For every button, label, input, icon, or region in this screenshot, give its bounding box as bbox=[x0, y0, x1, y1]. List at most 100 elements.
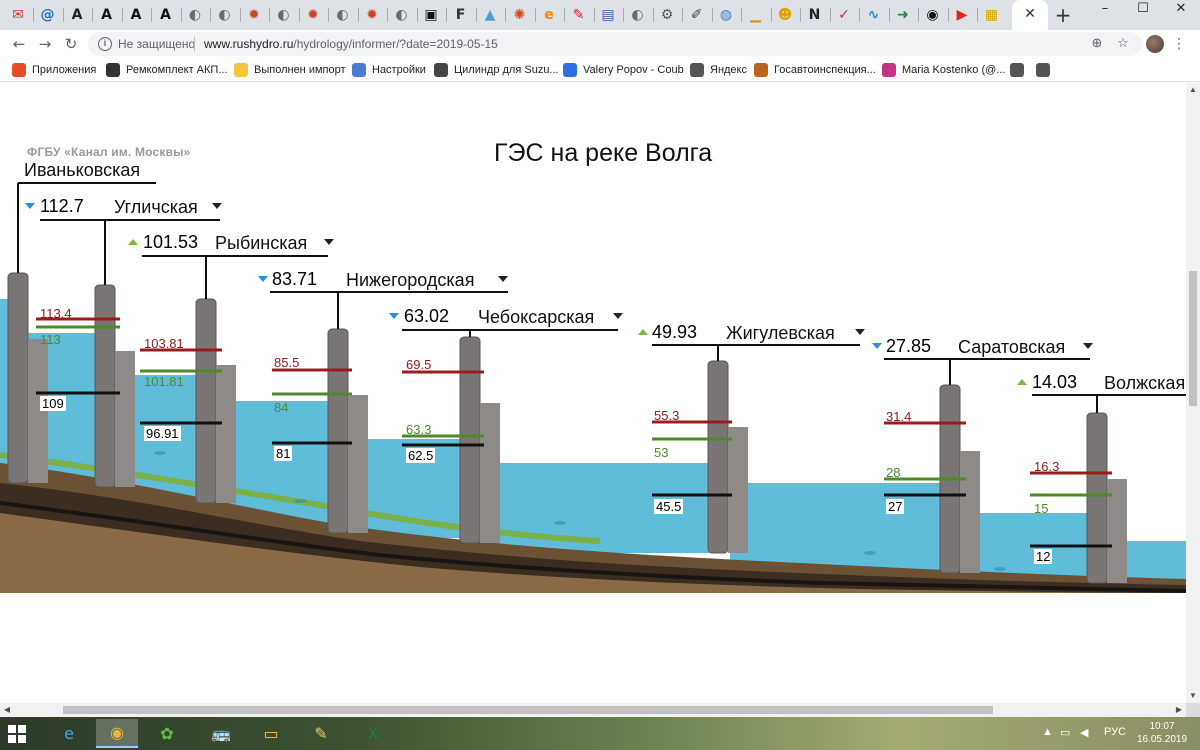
vertical-scrollbar[interactable]: ▲ ▼ bbox=[1186, 83, 1200, 703]
station-name[interactable]: Саратовская bbox=[958, 337, 1065, 358]
bookmark-item[interactable] bbox=[1010, 62, 1030, 78]
bookmark-item[interactable]: Maria Kostenko (@... bbox=[882, 62, 1005, 78]
bookmark-star-icon[interactable]: ☆ bbox=[1114, 35, 1132, 53]
scroll-right-arrow-icon[interactable]: ▶ bbox=[1172, 703, 1186, 717]
taskbar-ie-icon[interactable]: e bbox=[48, 719, 90, 748]
tab-favicon-news-icon[interactable]: ▤ bbox=[598, 5, 618, 25]
scroll-up-arrow-icon[interactable]: ▲ bbox=[1186, 83, 1200, 97]
horizontal-scrollbar[interactable]: ◀ ▶ bbox=[0, 703, 1186, 717]
dropdown-caret-icon[interactable] bbox=[324, 239, 334, 245]
taskbar: ▲ ▭ ◀ РУС 10:07 16.05.2019 e ◉ ✿ 🚌 ▭ ✎ X bbox=[0, 717, 1200, 750]
instagram-icon bbox=[882, 63, 896, 77]
bookmark-item[interactable]: Приложения bbox=[12, 62, 96, 78]
tab-favicon-pencil-icon[interactable]: ✎ bbox=[569, 5, 589, 25]
tab-favicon-globe-2-icon[interactable]: ◐ bbox=[215, 5, 235, 25]
station-name[interactable]: Рыбинская bbox=[215, 233, 307, 254]
address-bar[interactable]: i Не защищено www.rushydro.ru/hydrology/… bbox=[88, 32, 1142, 56]
dropdown-caret-icon[interactable] bbox=[613, 313, 623, 319]
zoom-icon[interactable]: ⊕ bbox=[1088, 35, 1106, 53]
station-name[interactable]: Нижегородская bbox=[346, 270, 474, 291]
tab-favicon-a-bold-icon[interactable]: A bbox=[97, 5, 117, 25]
station-name[interactable]: Чебоксарская bbox=[478, 307, 594, 328]
dropdown-caret-icon[interactable] bbox=[498, 276, 508, 282]
tab-favicon-gear-red-3-icon[interactable]: ✹ bbox=[362, 5, 382, 25]
tab-favicon-record-icon[interactable]: ◉ bbox=[923, 5, 943, 25]
clock[interactable]: 10:07 16.05.2019 bbox=[1134, 720, 1190, 746]
forward-arrow-icon[interactable]: → bbox=[34, 33, 56, 55]
tab-favicon-mail-ru-icon[interactable]: ✉ bbox=[8, 5, 28, 25]
tab-favicon-globe-6-icon[interactable]: ◐ bbox=[628, 5, 648, 25]
network-icon[interactable]: ▭ bbox=[1060, 726, 1070, 739]
bookmark-item[interactable]: Яндекс bbox=[690, 62, 747, 78]
close-tab-icon[interactable]: ✕ bbox=[1022, 6, 1038, 22]
station-name[interactable]: Иваньковская bbox=[24, 160, 140, 181]
bookmark-item[interactable]: Настройки bbox=[352, 62, 426, 78]
tab-favicon-a-bold-3-icon[interactable]: A bbox=[156, 5, 176, 25]
language-indicator[interactable]: РУС bbox=[1104, 726, 1126, 738]
dropdown-caret-icon[interactable] bbox=[212, 203, 222, 209]
tab-favicon-arrow-icon[interactable]: ➜ bbox=[893, 5, 913, 25]
info-icon[interactable]: i bbox=[98, 37, 112, 51]
horizontal-scroll-thumb[interactable] bbox=[63, 706, 993, 714]
tab-separator bbox=[298, 8, 300, 22]
tab-favicon-n-icon[interactable]: N bbox=[805, 5, 825, 25]
tab-favicon-edit-icon[interactable]: ✐ bbox=[687, 5, 707, 25]
maximize-button[interactable]: ☐ bbox=[1124, 0, 1162, 24]
dropdown-caret-icon[interactable] bbox=[855, 329, 865, 335]
tab-favicon-globe-4-icon[interactable]: ◐ bbox=[333, 5, 353, 25]
tab-favicon-wave-icon[interactable]: ∿ bbox=[864, 5, 884, 25]
tab-favicon-chart-icon[interactable]: ▁ bbox=[746, 5, 766, 25]
station-name[interactable]: Волжская bbox=[1104, 373, 1185, 394]
bookmark-item[interactable]: Выполнен импорт bbox=[234, 62, 346, 78]
taskbar-notes-icon[interactable]: ✎ bbox=[300, 719, 342, 748]
tab-favicon-terminal-icon[interactable]: ▣ bbox=[421, 5, 441, 25]
tab-favicon-youtube-icon[interactable]: ▶ bbox=[952, 5, 972, 25]
tab-favicon-f-icon[interactable]: F bbox=[451, 5, 471, 25]
bookmark-item[interactable]: Госавтоинспекция... bbox=[754, 62, 876, 78]
tab-favicon-sun-icon[interactable]: ✺ bbox=[510, 5, 530, 25]
tab-separator bbox=[475, 8, 477, 22]
profile-avatar[interactable] bbox=[1146, 35, 1164, 53]
taskbar-explorer-icon[interactable]: ▭ bbox=[250, 719, 292, 748]
bookmark-item[interactable]: Цилиндр для Suzu... bbox=[434, 62, 559, 78]
tab-favicon-check-icon[interactable]: ✓ bbox=[834, 5, 854, 25]
tab-favicon-cog-icon[interactable]: ⚙ bbox=[657, 5, 677, 25]
station-name[interactable]: Жигулевская bbox=[726, 323, 835, 344]
tab-favicon-at-icon[interactable]: @ bbox=[38, 5, 58, 25]
tray-chevron-icon[interactable]: ▲ bbox=[1042, 726, 1053, 738]
security-label[interactable]: Не защищено bbox=[118, 37, 195, 51]
scroll-left-arrow-icon[interactable]: ◀ bbox=[0, 703, 14, 717]
taskbar-bus-icon[interactable]: 🚌 bbox=[200, 719, 242, 748]
bookmark-item[interactable]: Ремкомплект АКП... bbox=[106, 62, 228, 78]
url-text[interactable]: www.rushydro.ru/hydrology/informer/?date… bbox=[204, 37, 498, 51]
tab-favicon-globe-3-icon[interactable]: ◐ bbox=[274, 5, 294, 25]
tab-favicon-globe-icon[interactable]: ◐ bbox=[185, 5, 205, 25]
tab-favicon-a-yellow-icon[interactable]: A bbox=[67, 5, 87, 25]
tab-favicon-gear-red-icon[interactable]: ✹ bbox=[244, 5, 264, 25]
windows-start-icon[interactable] bbox=[8, 725, 26, 743]
scroll-down-arrow-icon[interactable]: ▼ bbox=[1186, 689, 1200, 703]
reload-icon[interactable]: ↻ bbox=[60, 33, 82, 55]
tab-favicon-blue-globe-icon[interactable]: ◍ bbox=[716, 5, 736, 25]
back-arrow-icon[interactable]: ← bbox=[8, 33, 30, 55]
minimize-button[interactable]: – bbox=[1086, 0, 1124, 24]
tab-favicon-e-orange-icon[interactable]: e bbox=[539, 5, 559, 25]
tab-favicon-cat-icon[interactable]: ☻ bbox=[775, 5, 795, 25]
volume-icon[interactable]: ◀ bbox=[1080, 726, 1088, 739]
tab-favicon-a-bold-2-icon[interactable]: A bbox=[126, 5, 146, 25]
taskbar-app-green-icon[interactable]: ✿ bbox=[146, 719, 188, 748]
menu-dots-icon[interactable]: ⋮ bbox=[1170, 33, 1188, 55]
taskbar-excel-icon[interactable]: X bbox=[352, 719, 394, 748]
bookmark-item[interactable] bbox=[1036, 62, 1056, 78]
tab-favicon-yellow-box-icon[interactable]: ▦ bbox=[982, 5, 1002, 25]
tab-favicon-gear-red-2-icon[interactable]: ✹ bbox=[303, 5, 323, 25]
station-name[interactable]: Угличская bbox=[114, 197, 198, 218]
new-tab-button[interactable]: + bbox=[1052, 4, 1074, 26]
dropdown-caret-icon[interactable] bbox=[1083, 343, 1093, 349]
tab-favicon-mountain-icon[interactable]: ▲ bbox=[480, 5, 500, 25]
bookmark-item[interactable]: Valery Popov - Coub bbox=[563, 62, 684, 78]
close-window-button[interactable]: ✕ bbox=[1162, 0, 1200, 24]
taskbar-chrome-icon[interactable]: ◉ bbox=[96, 719, 138, 748]
vertical-scroll-thumb[interactable] bbox=[1189, 271, 1197, 406]
tab-favicon-globe-5-icon[interactable]: ◐ bbox=[392, 5, 412, 25]
